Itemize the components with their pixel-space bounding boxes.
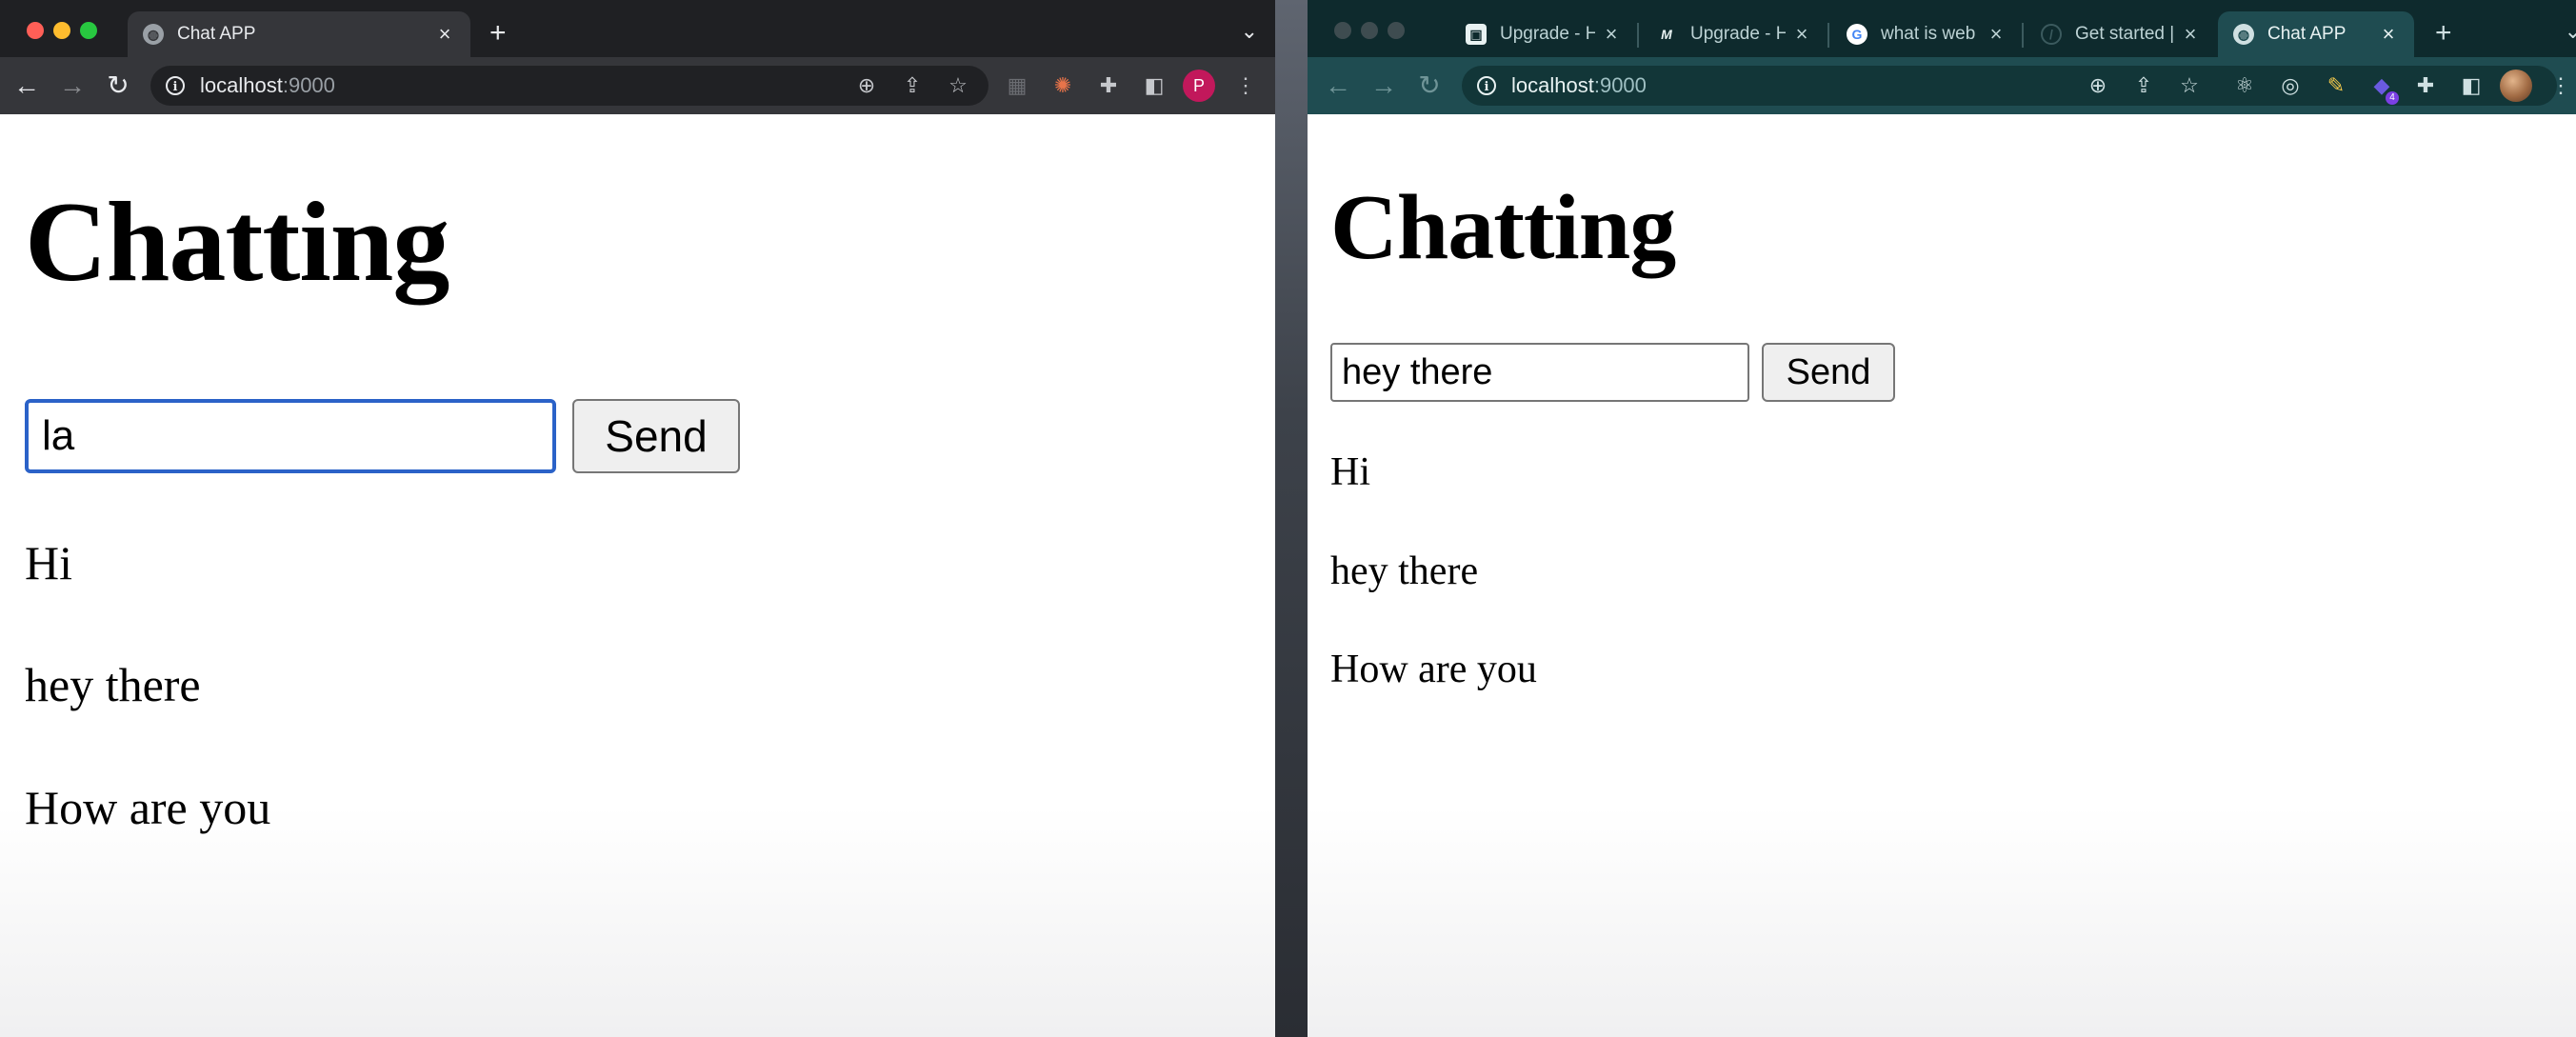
close-tab-icon[interactable]: ×	[2180, 22, 2201, 47]
url-port: :9000	[282, 73, 335, 97]
tab-google-search[interactable]: G what is web ×	[1831, 11, 2022, 57]
close-tab-icon[interactable]: ×	[1986, 22, 2007, 47]
profile-avatar[interactable]	[2500, 70, 2532, 102]
tab-divider	[1637, 23, 1639, 48]
side-panel-icon[interactable]: ◧	[2456, 70, 2486, 101]
chat-message: Hi	[25, 536, 72, 589]
tab-title: Upgrade - H	[1500, 24, 1595, 44]
new-tab-button[interactable]: +	[2435, 17, 2452, 50]
new-tab-button[interactable]: +	[489, 17, 507, 50]
extension-icon[interactable]: ▦	[1002, 70, 1032, 101]
pen-extension-icon[interactable]: ✎	[2321, 70, 2351, 101]
zoom-icon[interactable]: ⊕	[851, 70, 882, 101]
tab-chat-app[interactable]: ◍ Chat APP ×	[128, 11, 470, 57]
generic-site-icon: /	[2041, 24, 2062, 45]
react-devtools-icon[interactable]: ⚛	[2229, 70, 2260, 101]
send-button[interactable]: Send	[572, 399, 740, 473]
message-input[interactable]	[1330, 343, 1749, 402]
url-port: :9000	[1593, 73, 1647, 97]
side-panel-icon[interactable]: ◧	[1139, 70, 1169, 101]
chat-message: hey there	[25, 658, 201, 711]
close-tab-icon[interactable]: ×	[1601, 22, 1622, 47]
site-info-icon[interactable]: i	[1477, 76, 1496, 95]
target-extension-icon[interactable]: ◎	[2275, 70, 2306, 101]
forward-button[interactable]: →	[53, 67, 91, 105]
url-host: localhost	[1511, 73, 1594, 97]
send-button[interactable]: Send	[1762, 343, 1895, 402]
reload-button[interactable]: ↻	[99, 67, 137, 105]
cookie-extension-icon[interactable]: ✺	[1048, 70, 1078, 101]
close-window-button[interactable]	[27, 22, 44, 39]
url-host: localhost	[200, 73, 283, 97]
message-input[interactable]	[25, 399, 556, 473]
bookmark-star-icon[interactable]: ☆	[2174, 70, 2205, 101]
tab-title: Get started |	[2075, 24, 2174, 44]
close-tab-icon[interactable]: ×	[1791, 22, 1812, 47]
close-window-button[interactable]	[1334, 22, 1351, 39]
toolbar: ← → ↻ i localhost:9000 ⊕ ⇪ ☆ ⚛ ◎ ✎ ◆ 4 ✚…	[1308, 57, 2576, 114]
chat-message: How are you	[25, 781, 271, 834]
bookmark-star-icon[interactable]: ☆	[943, 70, 973, 101]
upgrade-favicon-icon: ▣	[1466, 24, 1487, 45]
globe-icon: ◍	[143, 24, 164, 45]
tab-title: Chat APP	[2267, 24, 2346, 44]
close-tab-icon[interactable]: ×	[2378, 22, 2399, 47]
tab-upgrade-2[interactable]: M Upgrade - H ×	[1641, 11, 1827, 57]
tab-get-started[interactable]: / Get started | ×	[2026, 11, 2216, 57]
chat-message: How are you	[1330, 648, 1537, 691]
maximize-window-button[interactable]	[1388, 22, 1405, 39]
chat-message: hey there	[1330, 549, 1479, 593]
desktop-background	[1275, 0, 1308, 1037]
puzzle-extensions-icon[interactable]: ✚	[2410, 70, 2441, 101]
google-icon: G	[1847, 24, 1867, 45]
menu-icon[interactable]: ⋮	[1230, 70, 1261, 101]
browser-window-right: ▣ Upgrade - H × M Upgrade - H × G what i…	[1308, 0, 2576, 1037]
toolbar: ← → ↻ i localhost:9000 ⊕ ⇪ ☆ ▦ ✺ ✚ ◧ P ⋮	[0, 57, 1275, 114]
tab-title: Upgrade - H	[1690, 24, 1786, 44]
minimize-window-button[interactable]	[1361, 22, 1378, 39]
share-icon[interactable]: ⇪	[2128, 70, 2159, 101]
globe-icon: ◍	[2233, 24, 2254, 45]
page-title: Chatting	[25, 178, 449, 305]
window-controls	[27, 22, 107, 44]
page-content: Chatting Send Hi hey there How are you	[0, 114, 1275, 1037]
tab-divider	[1827, 23, 1829, 48]
tab-chat-app[interactable]: ◍ Chat APP ×	[2218, 11, 2414, 57]
tab-title: what is web	[1881, 24, 1976, 44]
page-title: Chatting	[1330, 176, 1676, 279]
close-tab-icon[interactable]: ×	[434, 22, 455, 47]
maximize-window-button[interactable]	[80, 22, 97, 39]
back-button[interactable]: ←	[1319, 67, 1357, 105]
profile-avatar[interactable]: P	[1183, 70, 1215, 102]
browser-window-left: ◍ Chat APP × + ⌄ ← → ↻ i localhost:9000 …	[0, 0, 1275, 1037]
medium-favicon-icon: M	[1656, 24, 1677, 45]
minimize-window-button[interactable]	[53, 22, 70, 39]
back-button[interactable]: ←	[8, 67, 46, 105]
window-controls	[1334, 22, 1414, 44]
puzzle-extensions-icon[interactable]: ✚	[1093, 70, 1124, 101]
share-icon[interactable]: ⇪	[897, 70, 928, 101]
tab-title: Chat APP	[177, 24, 256, 44]
menu-icon[interactable]: ⋮	[2546, 70, 2576, 101]
zoom-icon[interactable]: ⊕	[2083, 70, 2113, 101]
tab-search-icon[interactable]: ⌄	[1241, 19, 1258, 44]
page-content: Chatting Send Hi hey there How are you	[1308, 114, 2576, 1037]
tab-divider	[2022, 23, 2024, 48]
forward-button[interactable]: →	[1365, 67, 1403, 105]
tab-upgrade-1[interactable]: ▣ Upgrade - H ×	[1450, 11, 1637, 57]
chat-message: Hi	[1330, 450, 1370, 494]
tab-search-icon[interactable]: ⌄	[2565, 19, 2576, 44]
site-info-icon[interactable]: i	[166, 76, 185, 95]
reload-button[interactable]: ↻	[1410, 67, 1448, 105]
extension-badge: 4	[2386, 91, 2399, 105]
